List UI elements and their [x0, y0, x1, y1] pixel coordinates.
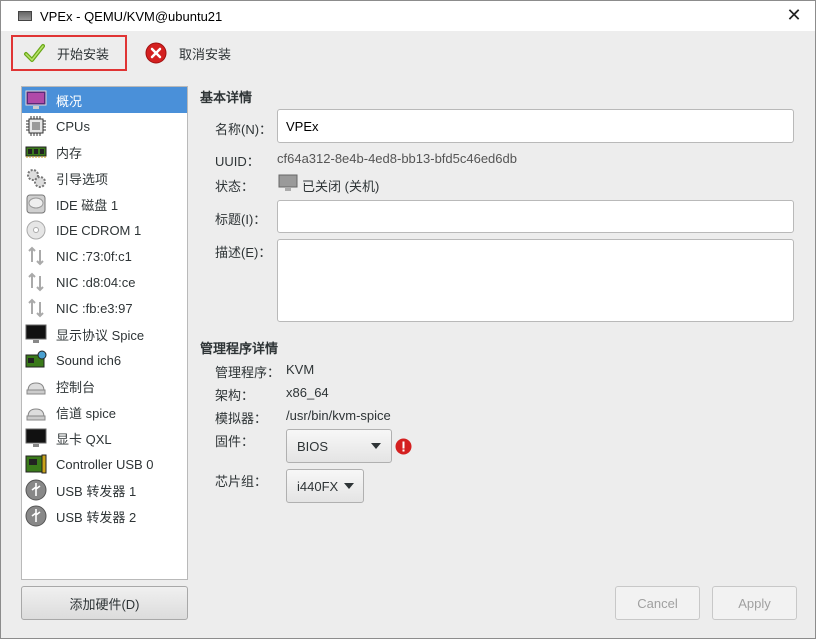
close-icon[interactable]: ✕	[785, 7, 803, 25]
sidebar-item-boot-options[interactable]: 引导选项	[22, 165, 187, 191]
warning-icon	[395, 438, 412, 455]
sidebar-item-label: IDE CDROM 1	[56, 222, 142, 238]
sidebar-item-label: 显示协议 Spice	[56, 327, 145, 343]
add-hardware-button[interactable]: 添加硬件(D)	[21, 586, 188, 620]
architecture-value: x86_64	[286, 385, 329, 400]
monitor-overview-icon	[24, 89, 48, 111]
title-label: 标题(I)：	[215, 212, 267, 227]
display-monitor-icon	[24, 323, 48, 345]
sidebar-item-ide-cdrom[interactable]: IDE CDROM 1	[22, 217, 187, 243]
chevron-down-icon	[344, 483, 355, 489]
sidebar-item-controller-usb[interactable]: Controller USB 0	[22, 451, 187, 477]
start-install-button[interactable]: 开始安装	[11, 35, 127, 71]
sidebar-item-sound[interactable]: Sound ich6	[22, 347, 187, 373]
sidebar-item-display-spice[interactable]: 显示协议 Spice	[22, 321, 187, 347]
description-field[interactable]	[277, 239, 794, 322]
sidebar-item-ide-disk[interactable]: IDE 磁盘 1	[22, 191, 187, 217]
usb-controller-icon	[24, 453, 48, 475]
usb-redirector-icon	[24, 505, 48, 527]
chevron-down-icon	[371, 443, 381, 449]
sidebar-item-label: Controller USB 0	[56, 456, 154, 472]
shutoff-monitor-icon	[278, 174, 298, 192]
chipset-dropdown[interactable]: i440FX	[286, 469, 364, 503]
chipset-value: i440FX	[297, 478, 339, 494]
sound-card-icon	[24, 349, 48, 371]
sidebar-item-video-qxl[interactable]: 显卡 QXL	[22, 425, 187, 451]
window-title: VPEx - QEMU/KVM@ubuntu21	[40, 8, 223, 24]
sidebar-item-label: 引导选项	[56, 171, 109, 187]
sidebar-item-label: Sound ich6	[56, 352, 122, 368]
start-install-label: 开始安装	[57, 46, 110, 62]
memory-module-icon	[24, 141, 48, 163]
cdrom-icon	[24, 219, 48, 241]
hypervisor-details-title: 管理程序详情	[200, 341, 279, 356]
cancel-install-label: 取消安装	[179, 46, 232, 62]
status-value: 已关闭 (关机)	[302, 179, 380, 194]
sidebar-item-usb-redirector-1[interactable]: USB 转发器 1	[22, 477, 187, 503]
firmware-dropdown[interactable]: BIOS	[286, 429, 392, 463]
network-icon	[24, 271, 48, 293]
sidebar-item-label: USB 转发器 2	[56, 509, 137, 525]
hardware-list: 概况 CPUs 内存 引导选项 IDE 磁盘 1 IDE CDROM 1 NIC…	[21, 86, 188, 580]
cpu-chip-icon	[24, 115, 48, 137]
sidebar-item-label: 控制台	[56, 379, 96, 395]
firmware-label: 固件：	[215, 434, 255, 449]
cancel-x-icon	[145, 42, 167, 64]
sidebar-item-cpus[interactable]: CPUs	[22, 113, 187, 139]
sidebar-item-memory[interactable]: 内存	[22, 139, 187, 165]
vm-details-window: VPEx - QEMU/KVM@ubuntu21 ✕ 开始安装 取消安装 概况 …	[0, 0, 816, 639]
status-label: 状态：	[215, 179, 255, 194]
sidebar-item-channel-spice[interactable]: 信道 spice	[22, 399, 187, 425]
chipset-label: 芯片组：	[215, 474, 268, 489]
basic-details-title: 基本详情	[200, 90, 253, 105]
sidebar-item-label: 内存	[56, 145, 83, 161]
sidebar-item-label: NIC :d8:04:ce	[56, 274, 136, 290]
sidebar-item-nic-1[interactable]: NIC :73:0f:c1	[22, 243, 187, 269]
video-card-icon	[24, 427, 48, 449]
checkmark-icon	[23, 42, 45, 64]
sidebar-item-label: CPUs	[56, 118, 90, 134]
sidebar-item-nic-3[interactable]: NIC :fb:e3:97	[22, 295, 187, 321]
hypervisor-label: 管理程序：	[215, 365, 281, 380]
serial-console-icon	[24, 375, 48, 397]
sidebar-item-usb-redirector-2[interactable]: USB 转发器 2	[22, 503, 187, 529]
hard-disk-icon	[24, 193, 48, 215]
network-icon	[24, 297, 48, 319]
hypervisor-value: KVM	[286, 362, 315, 377]
uuid-value: cf64a312-8e4b-4ed8-bb13-bfd5c46ed6db	[277, 151, 517, 166]
architecture-label: 架构：	[215, 388, 255, 403]
sidebar-item-label: USB 转发器 1	[56, 483, 137, 499]
title-bar: VPEx - QEMU/KVM@ubuntu21 ✕	[1, 1, 815, 31]
sidebar-item-label: 概况	[56, 93, 83, 109]
network-icon	[24, 245, 48, 267]
emulator-value: /usr/bin/kvm-spice	[286, 408, 391, 423]
sidebar-item-label: IDE 磁盘 1	[56, 197, 119, 213]
uuid-label: UUID：	[215, 154, 260, 169]
app-icon	[18, 11, 32, 21]
firmware-value: BIOS	[297, 438, 329, 454]
usb-redirector-icon	[24, 479, 48, 501]
name-field[interactable]: VPEx	[277, 109, 794, 143]
sidebar-item-label: NIC :fb:e3:97	[56, 300, 133, 316]
sidebar-item-label: 显卡 QXL	[56, 431, 112, 447]
name-label: 名称(N)：	[215, 122, 273, 137]
apply-button[interactable]: Apply	[712, 586, 797, 620]
toolbar: 开始安装 取消安装	[1, 31, 815, 75]
cancel-button[interactable]: Cancel	[615, 586, 700, 620]
description-label: 描述(E)：	[215, 245, 272, 260]
sidebar-item-console[interactable]: 控制台	[22, 373, 187, 399]
title-field[interactable]	[277, 200, 794, 233]
sidebar-item-overview[interactable]: 概况	[22, 87, 187, 113]
boot-gears-icon	[24, 167, 48, 189]
cancel-install-button[interactable]: 取消安装	[135, 35, 241, 71]
sidebar-item-label: NIC :73:0f:c1	[56, 248, 132, 264]
emulator-label: 模拟器：	[215, 411, 268, 426]
sidebar-item-label: 信道 spice	[56, 405, 116, 421]
sidebar-item-nic-2[interactable]: NIC :d8:04:ce	[22, 269, 187, 295]
channel-icon	[24, 401, 48, 423]
